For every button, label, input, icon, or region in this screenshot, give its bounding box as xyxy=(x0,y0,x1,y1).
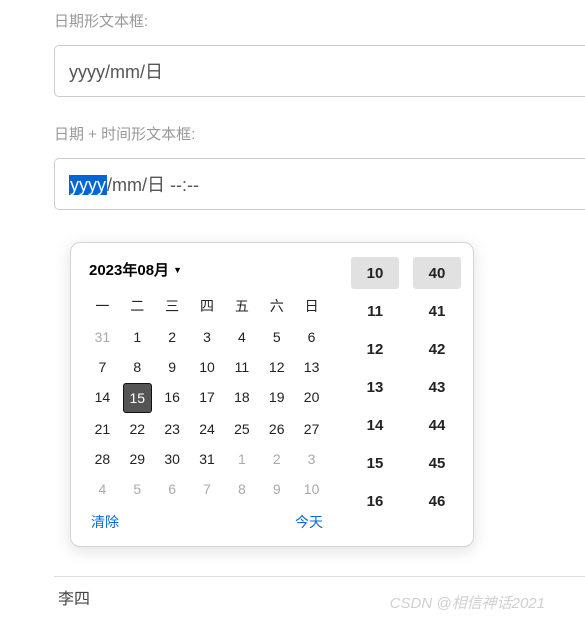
calendar-day[interactable]: 4 xyxy=(88,475,117,503)
calendar-day[interactable]: 4 xyxy=(227,323,256,351)
calendar-day[interactable]: 9 xyxy=(262,475,291,503)
hour-option[interactable]: 14 xyxy=(351,409,399,441)
divider xyxy=(54,576,585,577)
calendar-day[interactable]: 3 xyxy=(193,323,222,351)
clear-button[interactable]: 清除 xyxy=(91,512,119,532)
calendar-day[interactable]: 6 xyxy=(158,475,187,503)
hour-option[interactable]: 13 xyxy=(351,371,399,403)
calendar-day[interactable]: 30 xyxy=(158,445,187,473)
calendar-day[interactable]: 8 xyxy=(227,475,256,503)
calendar-day[interactable]: 31 xyxy=(193,445,222,473)
minute-option[interactable]: 45 xyxy=(413,447,461,479)
calendar-day[interactable]: 25 xyxy=(227,415,256,443)
weekday-header: 六 xyxy=(259,290,294,322)
calendar-day[interactable]: 26 xyxy=(262,415,291,443)
datetime-field-label: 日期 + 时间形文本框: xyxy=(54,123,585,144)
datetime-year-segment[interactable]: yyyy xyxy=(69,175,107,195)
weekday-header: 四 xyxy=(190,290,225,322)
hour-option[interactable]: 12 xyxy=(351,333,399,365)
calendar-footer: 清除 今天 xyxy=(85,504,329,534)
calendar-day[interactable]: 3 xyxy=(297,445,326,473)
datetime-rest-segment: /mm/日 --:-- xyxy=(107,175,199,195)
calendar-day[interactable]: 19 xyxy=(262,383,291,413)
hour-option[interactable]: 10 xyxy=(351,257,399,289)
calendar-day[interactable]: 16 xyxy=(158,383,187,413)
minute-option[interactable]: 42 xyxy=(413,333,461,365)
calendar-day[interactable]: 24 xyxy=(193,415,222,443)
calendar-day[interactable]: 10 xyxy=(297,475,326,503)
calendar-day[interactable]: 13 xyxy=(297,353,326,381)
calendar-day[interactable]: 1 xyxy=(123,323,152,351)
calendar-day[interactable]: 2 xyxy=(158,323,187,351)
minute-option[interactable]: 41 xyxy=(413,295,461,327)
calendar-day[interactable]: 1 xyxy=(227,445,256,473)
calendar-day[interactable]: 9 xyxy=(158,353,187,381)
calendar-day[interactable]: 27 xyxy=(297,415,326,443)
calendar-day[interactable]: 7 xyxy=(193,475,222,503)
hour-option[interactable]: 11 xyxy=(351,295,399,327)
calendar-header: 2023年08月 ▼ xyxy=(85,259,329,280)
calendar-day[interactable]: 14 xyxy=(88,383,117,413)
date-input[interactable]: yyyy/mm/日 xyxy=(54,45,585,97)
hour-option[interactable]: 16 xyxy=(351,485,399,517)
calendar-day[interactable]: 31 xyxy=(88,323,117,351)
calendar-day[interactable]: 5 xyxy=(123,475,152,503)
minute-option[interactable]: 44 xyxy=(413,409,461,441)
time-panel: 10 11 12 13 14 15 16 40 41 42 43 44 45 46 xyxy=(337,249,467,540)
calendar-panel: 2023年08月 ▼ 一二三四五六日3112345678910111213141… xyxy=(77,249,337,540)
calendar-day[interactable]: 18 xyxy=(227,383,256,413)
datetime-picker: 2023年08月 ▼ 一二三四五六日3112345678910111213141… xyxy=(70,242,474,547)
date-input-value: yyyy/mm/日 xyxy=(69,62,163,82)
minutes-column[interactable]: 40 41 42 43 44 45 46 xyxy=(413,257,461,532)
weekday-header: 日 xyxy=(294,290,329,322)
watermark: CSDN @相信神话2021 xyxy=(390,592,545,613)
calendar-day[interactable]: 11 xyxy=(227,353,256,381)
weekday-header: 五 xyxy=(224,290,259,322)
calendar-grid: 一二三四五六日311234567891011121314151617181920… xyxy=(85,290,329,504)
calendar-day[interactable]: 12 xyxy=(262,353,291,381)
calendar-day[interactable]: 21 xyxy=(88,415,117,443)
caret-down-icon: ▼ xyxy=(173,265,182,275)
calendar-day[interactable]: 5 xyxy=(262,323,291,351)
minute-option[interactable]: 40 xyxy=(413,257,461,289)
hours-column[interactable]: 10 11 12 13 14 15 16 xyxy=(351,257,399,532)
calendar-day[interactable]: 8 xyxy=(123,353,152,381)
datetime-input[interactable]: yyyy/mm/日 --:-- xyxy=(54,158,585,210)
weekday-header: 二 xyxy=(120,290,155,322)
weekday-header: 三 xyxy=(155,290,190,322)
today-button[interactable]: 今天 xyxy=(295,512,323,532)
date-field-label: 日期形文本框: xyxy=(54,10,585,31)
background-row-text: 李四 xyxy=(58,585,90,609)
calendar-day[interactable]: 7 xyxy=(88,353,117,381)
calendar-day[interactable]: 29 xyxy=(123,445,152,473)
calendar-day[interactable]: 22 xyxy=(123,415,152,443)
weekday-header: 一 xyxy=(85,290,120,322)
month-nav xyxy=(311,261,325,279)
calendar-day[interactable]: 10 xyxy=(193,353,222,381)
minute-option[interactable]: 46 xyxy=(413,485,461,517)
hour-option[interactable]: 15 xyxy=(351,447,399,479)
calendar-day[interactable]: 20 xyxy=(297,383,326,413)
month-label: 2023年08月 xyxy=(89,259,169,280)
calendar-day[interactable]: 2 xyxy=(262,445,291,473)
calendar-day[interactable]: 6 xyxy=(297,323,326,351)
month-select-button[interactable]: 2023年08月 ▼ xyxy=(89,259,182,280)
calendar-day[interactable]: 28 xyxy=(88,445,117,473)
minute-option[interactable]: 43 xyxy=(413,371,461,403)
calendar-day[interactable]: 17 xyxy=(193,383,222,413)
calendar-day[interactable]: 23 xyxy=(158,415,187,443)
calendar-day[interactable]: 15 xyxy=(123,383,152,413)
